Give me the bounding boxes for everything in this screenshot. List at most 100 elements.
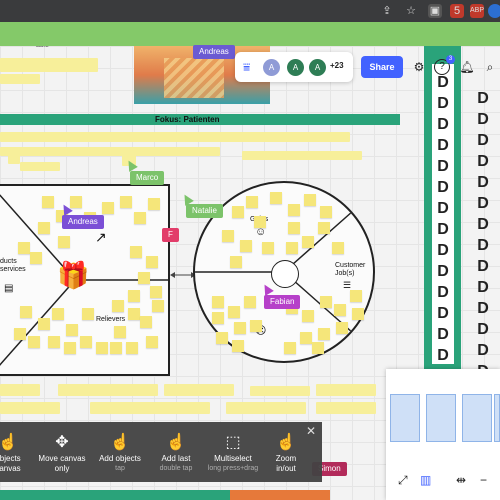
sticky-note[interactable] (112, 300, 124, 312)
sticky-note[interactable] (38, 222, 50, 234)
sticky-note[interactable] (288, 204, 300, 216)
sticky-note[interactable] (82, 308, 94, 320)
sticky-note[interactable] (28, 336, 40, 348)
sticky-note[interactable] (262, 242, 274, 254)
sticky-note[interactable] (244, 296, 256, 308)
sticky-note[interactable] (130, 246, 142, 258)
sticky-note[interactable] (102, 202, 114, 214)
profile-icon[interactable] (488, 4, 500, 18)
hand-tap-icon: ☝ (110, 434, 130, 451)
sticky-note[interactable] (288, 222, 300, 234)
sticky-note[interactable] (42, 196, 54, 208)
d-letter: D (477, 321, 489, 338)
sticky-note[interactable] (240, 240, 252, 252)
avatar[interactable]: A (287, 59, 304, 76)
sticky-note[interactable] (20, 306, 32, 318)
sticky-note[interactable] (114, 326, 126, 338)
sticky-note[interactable] (228, 306, 240, 318)
sticky-note[interactable] (66, 324, 78, 336)
sticky-note[interactable] (140, 316, 152, 328)
sticky-note[interactable] (18, 242, 30, 254)
sticky-note[interactable] (302, 310, 314, 322)
extension-icon[interactable]: 5 (450, 4, 464, 18)
sticky-note[interactable] (284, 342, 296, 354)
sticky-note[interactable] (126, 342, 138, 354)
sticky-note[interactable] (120, 196, 132, 208)
sticky-note[interactable] (270, 192, 282, 204)
d-letter: D (437, 221, 449, 238)
sticky-note[interactable] (70, 196, 82, 208)
sticky-note[interactable] (128, 290, 140, 302)
d-letter: D (437, 326, 449, 343)
sticky-note[interactable] (96, 342, 108, 354)
sticky-note[interactable] (286, 242, 298, 254)
minimap-frame[interactable] (494, 394, 500, 442)
sticky-note[interactable] (128, 308, 140, 320)
sticky-note[interactable] (234, 322, 246, 334)
sticky-note[interactable] (232, 206, 244, 218)
collaborators-bar[interactable]: ⩸ A A A +23 (235, 52, 353, 82)
share-page-icon[interactable]: ⇪ (380, 4, 394, 18)
sticky-note[interactable] (320, 206, 332, 218)
sticky-note[interactable] (146, 256, 158, 268)
sticky-note[interactable] (64, 342, 76, 354)
sticky-note[interactable] (38, 318, 50, 330)
minimap-panel[interactable]: ⤢ ▥ ⇹ − (386, 369, 500, 500)
star-icon[interactable]: ☆ (404, 4, 418, 18)
sticky-note[interactable] (48, 336, 60, 348)
sticky-note[interactable] (14, 328, 26, 340)
fit-width-icon[interactable]: ⇹ (456, 473, 466, 487)
sticky-note[interactable] (246, 196, 258, 208)
sticky-note[interactable] (110, 342, 122, 354)
sticky-note[interactable] (212, 312, 224, 324)
sticky-note[interactable] (212, 296, 224, 308)
extension-icon[interactable]: ▣ (428, 4, 442, 18)
sticky-note[interactable] (222, 230, 234, 242)
sticky-note[interactable] (318, 222, 330, 234)
trend-up-icon: ↗ (95, 229, 107, 245)
sticky-note[interactable] (58, 236, 70, 248)
search-icon[interactable]: ⌕ (481, 58, 499, 76)
sticky-note[interactable] (52, 308, 64, 320)
sticky-note[interactable] (304, 194, 316, 206)
close-icon[interactable]: ✕ (306, 424, 316, 438)
sticky-note[interactable] (230, 256, 242, 268)
filter-icon[interactable]: ⩸ (243, 60, 250, 75)
sticky-note[interactable] (216, 332, 228, 344)
sticky-note[interactable] (318, 328, 330, 340)
minimap-frame[interactable] (426, 394, 456, 442)
avatar[interactable]: A (263, 59, 280, 76)
zoom-out-icon[interactable]: − (480, 473, 487, 487)
share-button[interactable]: Share (361, 56, 403, 78)
sticky-note[interactable] (232, 340, 244, 352)
collaborator-overflow-count[interactable]: +23 (330, 61, 344, 70)
sticky-note[interactable] (334, 304, 346, 316)
abp-icon[interactable]: ABP (470, 4, 484, 18)
sticky-note[interactable] (320, 296, 332, 308)
sticky-note[interactable] (80, 336, 92, 348)
sticky-note[interactable] (302, 236, 314, 248)
avatar[interactable]: A (309, 59, 326, 76)
sticky-note[interactable] (332, 242, 344, 254)
sticky-note[interactable] (148, 198, 160, 210)
sticky-note[interactable] (150, 286, 162, 298)
sticky-note[interactable] (300, 332, 312, 344)
map-icon[interactable]: ▥ (420, 473, 431, 487)
product-icon: ▤ (4, 283, 14, 294)
minimap-frame[interactable] (462, 394, 492, 442)
fit-screen-icon[interactable]: ⤢ (398, 473, 408, 488)
sticky-note[interactable] (152, 300, 164, 312)
sticky-note[interactable] (352, 308, 364, 320)
sticky-note[interactable] (312, 342, 324, 354)
sticky-note[interactable] (146, 336, 158, 348)
sticky-note[interactable] (254, 216, 266, 228)
sticky-note[interactable] (138, 272, 150, 284)
sticky-note[interactable] (336, 322, 348, 334)
sticky-note[interactable] (134, 212, 146, 224)
sticky-note[interactable] (30, 252, 42, 264)
minimap-frame[interactable] (390, 394, 420, 442)
settings-sliders-icon[interactable]: ⚙ (410, 58, 428, 76)
sticky-note[interactable] (250, 320, 262, 332)
sticky-note[interactable] (350, 290, 362, 302)
bell-icon[interactable]: 🔔︎ (458, 58, 476, 76)
